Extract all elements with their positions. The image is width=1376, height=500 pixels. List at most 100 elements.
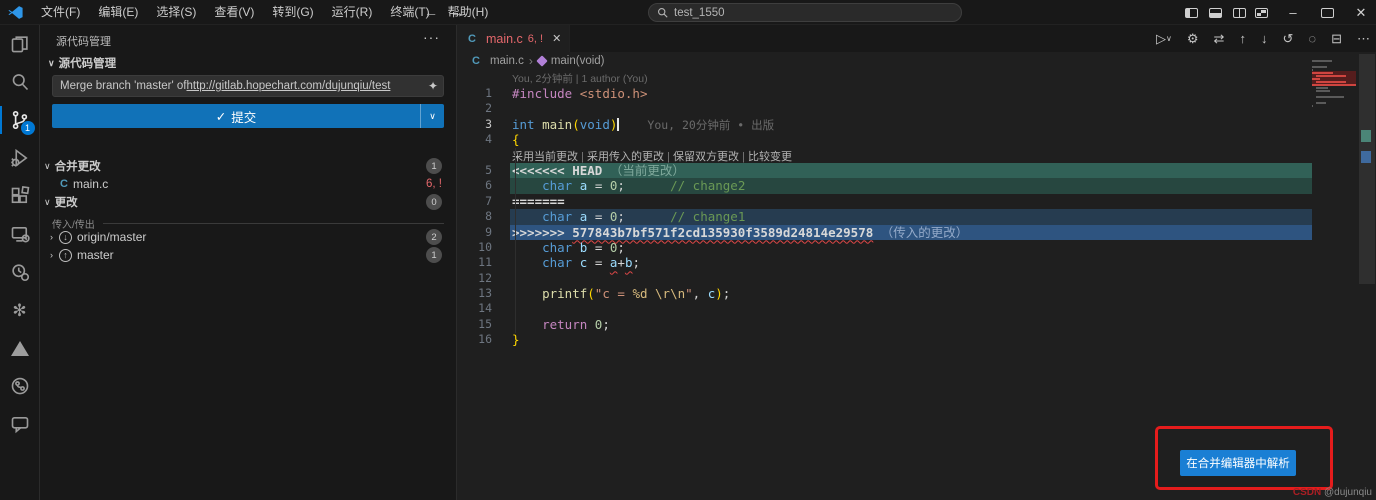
changes-group[interactable]: ∨ 更改 0 [40,193,456,211]
breadcrumb-symbol[interactable]: main(void) [551,55,605,67]
code-text: ======= [510,194,1312,209]
menu-item[interactable]: 选择(S) [147,0,205,25]
openai-icon[interactable]: ✻ [0,291,40,329]
source-control-icon[interactable]: 1 [0,101,40,139]
line-number: 6 [458,178,510,193]
open-changes-icon[interactable]: ◌ [1308,32,1316,45]
close-tab-icon[interactable]: ✕ [552,32,561,45]
gitlens-authors[interactable]: You, 2分钟前 | 1 author (You) [512,71,648,86]
chevron-down-icon: ∨ [44,161,51,172]
tab-main-c[interactable]: C main.c 6, ! ✕ [458,25,570,52]
nav-back-icon[interactable]: ← [420,0,442,25]
line-number: 5 [458,163,510,178]
code-line-13[interactable]: 13 printf("c = %d \r\n", c); [458,286,1312,301]
code-line-15[interactable]: 15 return 0; [458,317,1312,332]
git-graph-icon[interactable] [0,367,40,405]
references-icon[interactable] [0,253,40,291]
conflict-file-row[interactable]: C main.c 6, ! [40,175,456,193]
settings-gear-icon[interactable]: ⚙ [1187,32,1199,45]
remote-explorer-icon[interactable] [0,215,40,253]
line-number: 8 [458,209,510,224]
search-view-icon[interactable] [0,63,40,101]
codelens-action[interactable]: 采用传入的更改 [587,151,664,163]
minimap[interactable] [1312,59,1356,107]
code-line-6[interactable]: 6 char a = 0; // change2 [458,178,1312,193]
commit-button-main[interactable]: ✓ 提交 [52,104,420,128]
run-button[interactable]: ▷∨ [1156,32,1172,45]
code-text: return 0; [510,317,1312,332]
previous-change-icon[interactable]: ↑ [1239,32,1246,45]
customize-layout-icon[interactable] [1250,0,1272,25]
scm-provider-header[interactable]: ∨ 源代码管理 [44,55,116,71]
code-line-2[interactable]: 2 [458,101,1312,116]
code-line-14[interactable]: 14 [458,301,1312,316]
minimize-button[interactable]: – [1276,0,1310,25]
run-debug-icon[interactable] [0,139,40,177]
line-number: 14 [458,301,510,316]
merge-changes-group[interactable]: ∨ 合并更改 1 [40,157,456,175]
code-line-3[interactable]: 3int main(void)You, 20分钟前 • 出版 [458,117,1312,132]
codelens-action[interactable]: 比较变更 [748,151,792,163]
code-line-7[interactable]: 7======= [458,194,1312,209]
menu-item[interactable]: 转到(G) [263,0,322,25]
minimap-line [1312,104,1356,107]
merge-codelens-row[interactable]: 采用当前更改 | 采用传入的更改 | 保留双方更改 | 比较变更 [458,148,1312,163]
restore-button[interactable] [1310,0,1344,25]
overview-ruler[interactable] [1356,25,1376,500]
explorer-icon[interactable] [0,25,40,63]
menu-item[interactable]: 文件(F) [32,0,89,25]
comments-icon[interactable] [0,405,40,443]
nav-forward-icon[interactable]: → [446,0,468,25]
codelens-action[interactable]: 采用当前更改 [512,151,578,163]
breadcrumb: C main.c › main(void) [472,52,605,70]
scrollbar-thumb[interactable] [1359,54,1375,284]
chevron-down-icon: ∨ [48,58,55,69]
code-text [510,271,1312,286]
ruler-mark-current [1361,130,1371,142]
toggle-sidebar-icon[interactable] [1180,0,1202,25]
c-file-icon: C [468,33,476,45]
close-button[interactable]: ✕ [1346,0,1376,25]
breadcrumb-file[interactable]: main.c [490,55,524,67]
activity-bar: 1 ✻ [0,25,40,500]
menu-item[interactable]: 运行(R) [323,0,382,25]
menu-item[interactable]: 查看(V) [205,0,263,25]
code-line-10[interactable]: 10 char b = 0; [458,240,1312,255]
compare-changes-icon[interactable]: ⇄ [1214,32,1225,45]
code-text: { [510,132,1312,147]
code-line-16[interactable]: 16} [458,332,1312,347]
code-text: char b = 0; [510,240,1312,255]
code-line-1[interactable]: 1#include <stdio.h> [458,86,1312,101]
code-line-9[interactable]: 9>>>>>>> 577843b7bf571f2cd135930f3589d24… [458,225,1312,240]
copilot-sparkle-icon[interactable]: ✦ [428,79,438,93]
editor-toolbar: ▷∨ ⚙ ⇄ ↑ ↓ ↺ ◌ ⊟ ⋯ [1156,25,1370,52]
code-line-8[interactable]: 8 char a = 0; // change1 [458,209,1312,224]
more-actions-icon[interactable]: ··· [423,29,440,45]
outgoing-branch-row[interactable]: › ↑ master 1 [40,246,456,264]
toggle-panel-icon[interactable] [1204,0,1226,25]
menu-item[interactable]: 编辑(E) [89,0,147,25]
discard-changes-icon[interactable]: ↺ [1282,32,1293,45]
split-editor-icon[interactable]: ⊟ [1331,32,1342,45]
build-triangle-icon[interactable] [0,329,40,367]
extensions-icon[interactable] [0,177,40,215]
incoming-branch-row[interactable]: › ↓ origin/master 2 [40,228,456,246]
commit-button[interactable]: ✓ 提交 ∨ [52,104,444,128]
next-change-icon[interactable]: ↓ [1261,32,1268,45]
codelens-action[interactable]: 保留双方更改 [673,151,739,163]
code-line-12[interactable]: 12 [458,271,1312,286]
check-icon: ✓ [216,109,226,124]
code-line-5[interactable]: 5<<<<<<< HEAD （当前更改） [458,163,1312,178]
code-rows: 1#include <stdio.h>23int main(void)You, … [458,86,1312,348]
split-editor-icon[interactable] [1228,0,1250,25]
commit-message-input[interactable]: Merge branch 'master' of http://gitlab.h… [52,75,444,97]
commit-dropdown[interactable]: ∨ [420,104,444,128]
source-control-sidebar: 源代码管理 ··· ∨ 源代码管理 Merge branch 'master' … [40,25,457,500]
watermark: CSDN @dujunqiu [1293,487,1372,498]
line-number: 7 [458,194,510,209]
chevron-down-icon: ∨ [44,197,51,208]
command-center-search[interactable]: test_1550 [648,3,962,22]
code-line-11[interactable]: 11 char c = a+b; [458,255,1312,270]
code-line-4[interactable]: 4{ [458,132,1312,147]
search-icon [657,7,668,18]
